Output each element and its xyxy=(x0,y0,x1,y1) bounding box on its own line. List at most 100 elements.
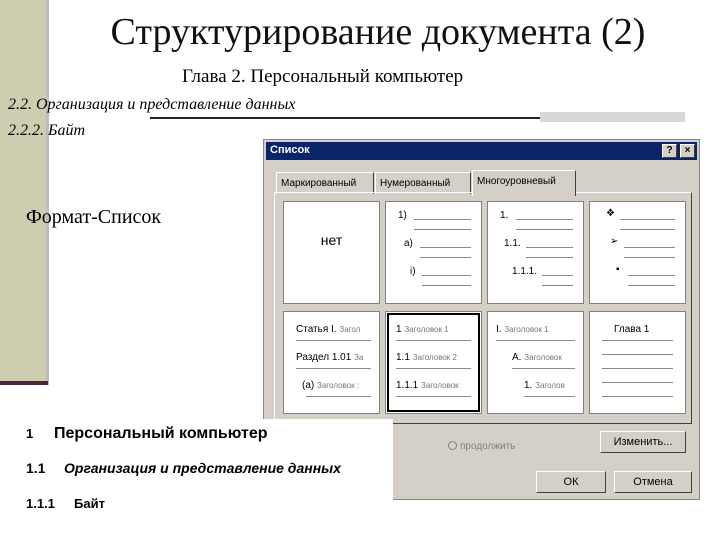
line xyxy=(414,219,471,220)
line xyxy=(396,396,471,397)
preview-level3: 1.1.1 Байт xyxy=(26,496,105,511)
style-cell-decimal[interactable]: 1. 1.1. 1.1.1. xyxy=(487,201,584,304)
tab-bulleted[interactable]: Маркированный xyxy=(276,172,374,194)
line xyxy=(526,247,573,248)
line xyxy=(422,285,471,286)
line xyxy=(624,247,675,248)
list-preview: 1 Персональный компьютер 1.1 Организация и… xyxy=(18,419,393,540)
none-label: нет xyxy=(320,232,343,248)
level2-heading: Заголовок xyxy=(524,353,562,362)
level3-label: 1. xyxy=(524,380,533,391)
style-cell-heading-decimal[interactable]: 1 Заголовок 1 1.1 Заголовок 2 1.1.1 Заго… xyxy=(385,311,482,414)
light-rule xyxy=(540,112,685,122)
level3-label: 1.1.1 xyxy=(396,380,419,391)
close-button[interactable]: × xyxy=(680,144,695,158)
level3-label: (a) xyxy=(302,380,315,391)
line xyxy=(420,257,471,258)
line xyxy=(306,396,371,397)
line xyxy=(526,257,573,258)
level2-label: 1.1. xyxy=(504,238,521,249)
heading-line-2-2: 2.2. Организация и представление данных xyxy=(8,96,296,113)
line xyxy=(524,396,575,397)
level1-row: 1 Заголовок 1 xyxy=(396,324,481,338)
line xyxy=(396,340,471,341)
line xyxy=(296,340,371,341)
preview-level1-text: Персональный компьютер xyxy=(54,425,268,442)
line xyxy=(422,275,471,276)
line xyxy=(624,257,675,258)
slide-band-accent-line xyxy=(0,381,48,385)
arrow-bullet-icon: ➢ xyxy=(610,236,619,247)
line xyxy=(620,229,675,230)
level1-heading: Заголовок 1 xyxy=(504,325,549,334)
line xyxy=(296,368,371,369)
dialog-title: Список xyxy=(270,144,310,156)
slide-subtitle: Глава 2. Персональный компьютер xyxy=(182,66,464,87)
level1-label: I. xyxy=(496,324,502,335)
line xyxy=(602,382,673,383)
level2-heading: За xyxy=(354,353,364,362)
help-button[interactable]: ? xyxy=(662,144,677,158)
style-cell-none[interactable]: нет xyxy=(283,201,380,304)
level2-row: Раздел 1.01 За xyxy=(296,352,379,366)
line xyxy=(414,229,471,230)
level3-heading: Заголовок : xyxy=(317,381,360,390)
level2-heading: Заголовок 2 xyxy=(412,353,457,362)
line xyxy=(542,285,573,286)
continue-label: продолжить xyxy=(460,441,516,452)
level1-row: Глава 1 xyxy=(614,324,685,338)
change-button[interactable]: Изменить... xyxy=(600,431,686,453)
tab-multilevel[interactable]: Многоуровневый xyxy=(472,170,576,196)
style-cell-parenthesis[interactable]: 1) a) i) xyxy=(385,201,482,304)
level1-heading: Загол xyxy=(339,325,361,334)
dialog-titlebar: Список ? × xyxy=(266,142,697,160)
level2-row: 1.1 Заголовок 2 xyxy=(396,352,481,366)
line xyxy=(542,275,573,276)
preview-level3-text: Байт xyxy=(74,496,105,511)
slide-left-band xyxy=(0,0,46,385)
line xyxy=(516,219,573,220)
preview-level1: 1 Персональный компьютер xyxy=(26,425,267,443)
square-bullet-icon: ▪ xyxy=(616,264,620,275)
multilevel-panel: нет 1) a) i) 1. 1.1. 1.1.1. ❖ ➢ ▪ Статья… xyxy=(274,192,692,424)
style-cell-article[interactable]: Статья I. Загол Раздел 1.01 За (a) Загол… xyxy=(283,311,380,414)
level1-label: Статья I. xyxy=(296,324,337,335)
slide-vertical-rule xyxy=(46,0,49,385)
level1-row: I. Заголовок 1 xyxy=(496,324,583,338)
preview-level3-number: 1.1.1 xyxy=(26,496,55,511)
style-cell-bullets[interactable]: ❖ ➢ ▪ xyxy=(589,201,686,304)
level3-row: (a) Заголовок : xyxy=(302,380,379,394)
slide-title: Структурирование документа (2) xyxy=(110,11,646,53)
level2-row: A. Заголовок xyxy=(512,352,583,366)
level1-row: Статья I. Загол xyxy=(296,324,379,338)
level3-row: 1.1.1 Заголовок xyxy=(396,380,481,394)
continue-numbering-radio[interactable]: продолжить xyxy=(448,441,515,452)
line xyxy=(512,368,575,369)
line xyxy=(516,229,573,230)
style-cell-chapter[interactable]: Глава 1 xyxy=(589,311,686,414)
dark-rule xyxy=(150,117,540,119)
level1-label: 1) xyxy=(398,210,407,221)
level1-heading: Заголовок 1 xyxy=(404,325,449,334)
ok-button[interactable]: ОК xyxy=(536,471,606,493)
level2-label: A. xyxy=(512,352,522,363)
level3-label: i) xyxy=(410,266,416,277)
level3-heading: Заголов xyxy=(535,381,565,390)
line xyxy=(496,340,575,341)
line xyxy=(420,247,471,248)
level3-label: 1.1.1. xyxy=(512,266,538,277)
level1-label: Глава 1 xyxy=(614,324,650,335)
line xyxy=(602,368,673,369)
line xyxy=(602,396,673,397)
diamond-bullet-icon: ❖ xyxy=(606,208,615,219)
tab-numbered[interactable]: Нумерованный xyxy=(375,172,471,194)
preview-level2-text: Организация и представление данных xyxy=(64,460,341,476)
cancel-button[interactable]: Отмена xyxy=(614,471,692,493)
preview-level2-number: 1.1 xyxy=(26,460,46,476)
line xyxy=(628,285,675,286)
style-cell-roman[interactable]: I. Заголовок 1 A. Заголовок 1. Заголов xyxy=(487,311,584,414)
radio-circle-icon xyxy=(448,441,457,450)
level3-row: 1. Заголов xyxy=(524,380,583,394)
format-list-label: Формат-Список xyxy=(26,206,162,228)
level1-label: 1. xyxy=(500,210,509,221)
